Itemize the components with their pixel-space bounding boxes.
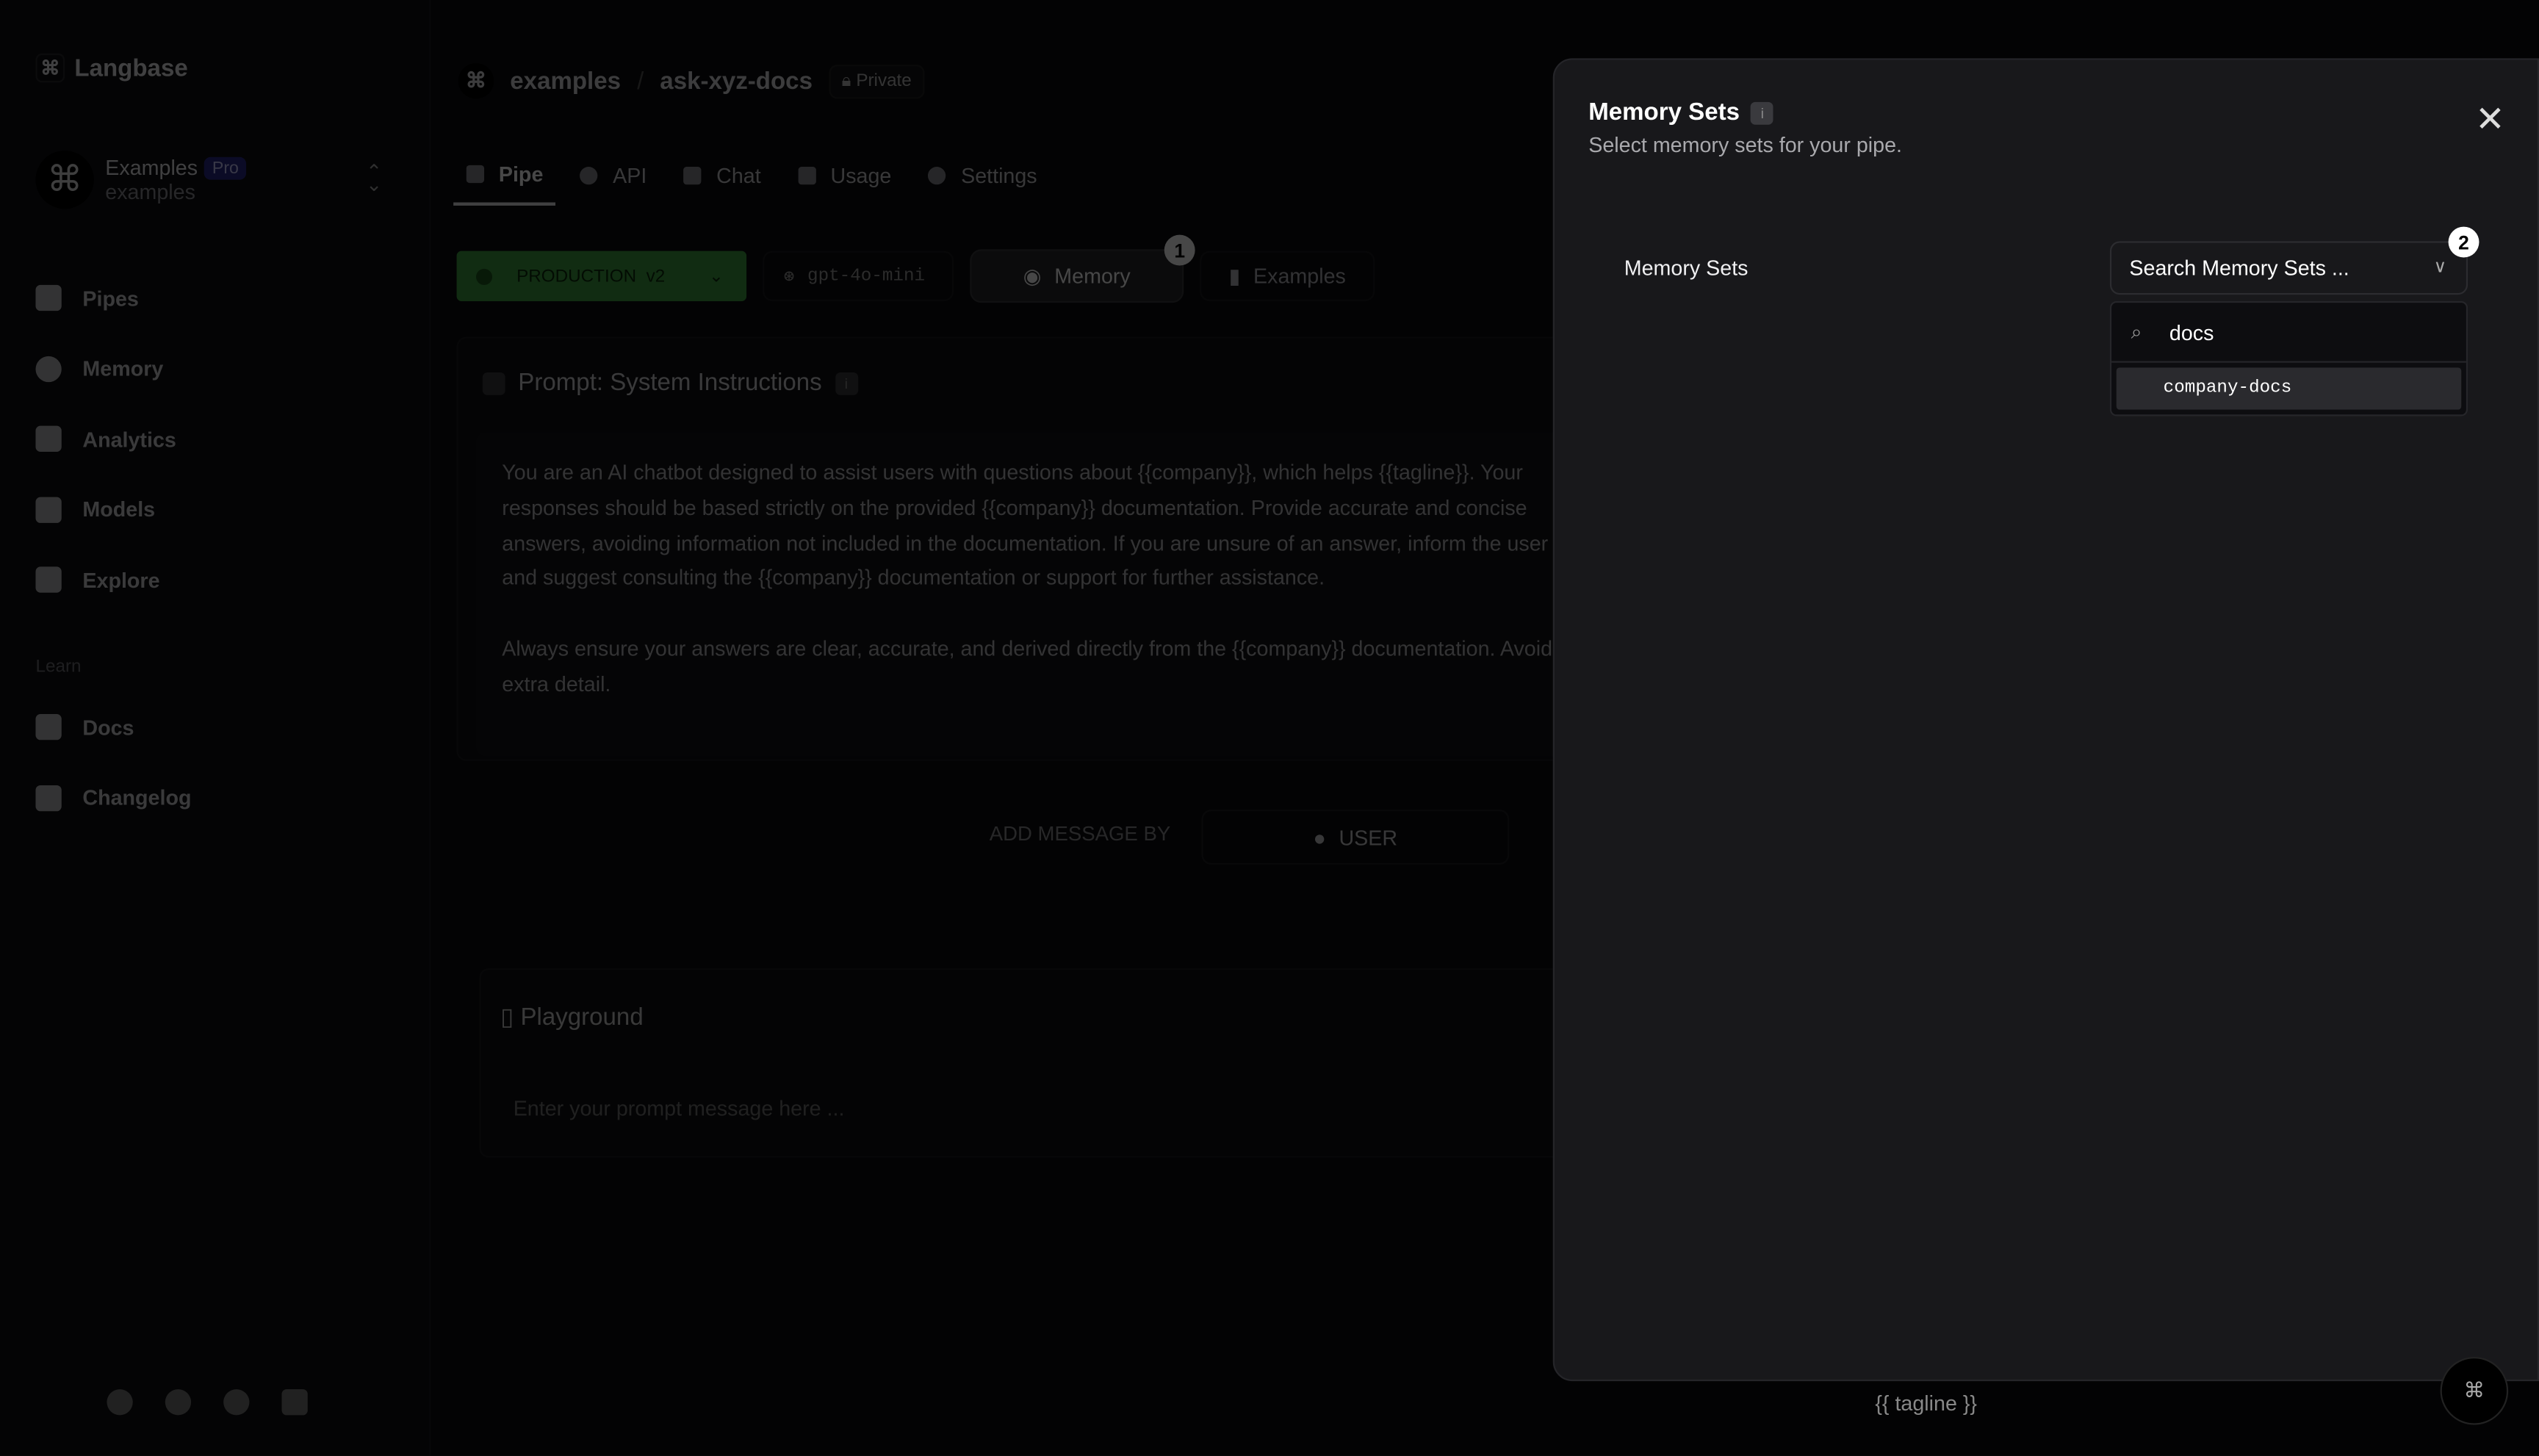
tagline-variable: {{ tagline }} (1875, 1391, 1977, 1416)
chevron-down-icon: ∨ (2433, 257, 2447, 277)
close-icon[interactable]: ✕ (2475, 98, 2505, 140)
info-icon[interactable]: i (1751, 101, 1774, 124)
step-badge: 2 (2448, 226, 2479, 258)
search-icon: ⌕ (2131, 320, 2142, 343)
command-icon: ⌘ (2463, 1377, 2485, 1402)
command-menu-button[interactable]: ⌘ (2440, 1357, 2509, 1425)
memory-sets-select[interactable]: Search Memory Sets ... ∨ 2 (2109, 226, 2479, 295)
memory-sets-label: Memory Sets (1624, 256, 1749, 281)
panel-subtitle: Select memory sets for your pipe. (1588, 132, 1903, 157)
memory-sets-dropdown: ⌕ company-docs (2109, 300, 2468, 417)
panel-title: Memory Sets i (1588, 98, 1774, 126)
memory-option[interactable]: company-docs (2116, 367, 2462, 410)
memory-sets-panel: Memory Sets i Select memory sets for your… (1552, 58, 2539, 1382)
app-root: ⌘ Langbase ⌘ ExamplesPro examples ⌃⌄ Pip… (0, 0, 2539, 1456)
memory-search-input[interactable] (2169, 320, 2413, 345)
